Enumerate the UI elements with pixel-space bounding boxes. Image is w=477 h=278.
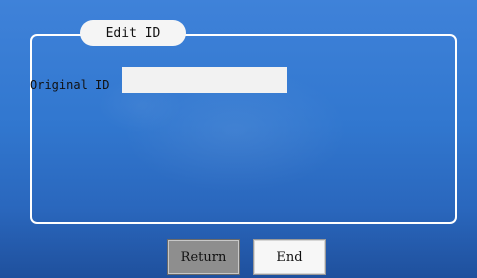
edit-id-panel (30, 34, 457, 224)
original-id-input[interactable] (122, 67, 287, 93)
screen-background: Edit ID Original ID Return End (0, 0, 477, 278)
return-button[interactable]: Return (167, 239, 240, 275)
original-id-label: Original ID (30, 78, 110, 92)
end-button[interactable]: End (253, 239, 326, 275)
dialog-title-tab: Edit ID (80, 20, 186, 46)
